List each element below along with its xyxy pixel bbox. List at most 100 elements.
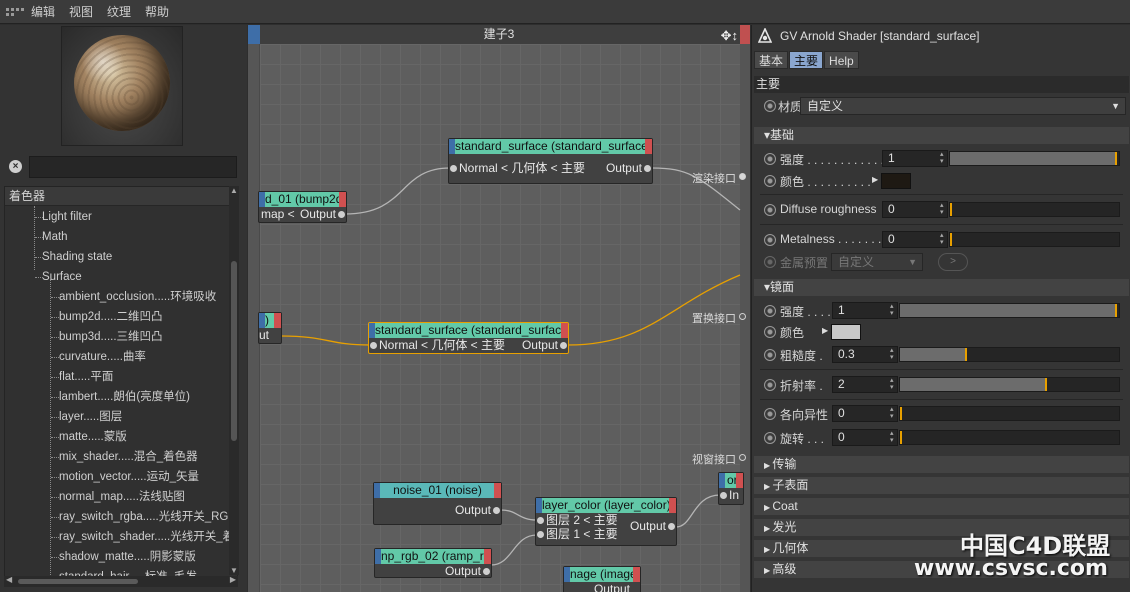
tree-item[interactable]: curvature.....曲率	[59, 347, 146, 367]
vscroll-thumb[interactable]	[231, 261, 237, 441]
node-input[interactable]: Normal < 几何体 < 主要	[459, 161, 585, 175]
spec-roughness-slider[interactable]	[899, 347, 1120, 362]
spec-roughness-input[interactable]: 0.3	[832, 346, 898, 363]
tree-group[interactable]: Math	[42, 227, 68, 247]
node-image[interactable]: nage (image Output	[563, 566, 641, 592]
base-color-radio[interactable]	[764, 175, 776, 187]
metal-preset-label: 金属预置	[780, 256, 829, 270]
tree-item[interactable]: ray_switch_shader.....光线开关_着	[59, 527, 234, 547]
tree-vscrollbar[interactable]: ▲ ▼	[229, 186, 239, 575]
spec-color-row: 颜色 ▶	[754, 321, 1129, 343]
base-weight-slider[interactable]	[949, 151, 1120, 166]
node-output[interactable]: Output	[445, 564, 481, 579]
tree-item[interactable]: bump3d.....三维凹凸	[59, 327, 163, 347]
node-input[interactable]: Normal < 几何体 < 主要	[379, 338, 505, 352]
node-output[interactable]: Output	[300, 207, 336, 222]
tree-group[interactable]: Light filter	[42, 207, 92, 227]
menu-help[interactable]: 帮助	[138, 3, 176, 20]
node-input-2[interactable]: 图层 1 < 主要	[546, 527, 618, 541]
clear-icon[interactable]: ×	[9, 160, 22, 173]
node-partial-right[interactable]: or In	[718, 472, 744, 505]
spec-rotation-radio[interactable]	[764, 432, 776, 444]
diffuse-roughness-input[interactable]: 0	[882, 201, 948, 218]
tab-main[interactable]: 主要	[789, 51, 824, 69]
tree-item[interactable]: lambert.....朗伯(亮度单位)	[59, 387, 190, 407]
node-output[interactable]: Output	[522, 338, 558, 353]
node-layer-color[interactable]: layer_color (layer_color) 图层 2 < 主要 图层 1…	[535, 497, 677, 546]
port-displace-dot[interactable]	[739, 313, 746, 320]
tree-item[interactable]: mix_shader.....混合_着色器	[59, 447, 198, 467]
node-output[interactable]: Output	[606, 161, 642, 176]
color-expand-icon[interactable]: ▶	[822, 326, 828, 335]
base-weight-input[interactable]: 1	[882, 150, 948, 167]
section-coat[interactable]: ▶ Coat	[754, 498, 1129, 515]
diffuse-roughness-radio[interactable]	[764, 204, 776, 216]
spec-rotation-input[interactable]: 0	[832, 429, 898, 446]
menu-view[interactable]: 视图	[62, 3, 100, 20]
section-base[interactable]: ▾基础	[754, 127, 1129, 144]
menu-edit[interactable]: 编辑	[24, 3, 62, 20]
tab-basic[interactable]: 基本	[754, 51, 789, 69]
node-output[interactable]: Output	[455, 503, 491, 518]
section-specular[interactable]: ▾镜面	[754, 279, 1129, 296]
section-transmission[interactable]: ▶ 传输	[754, 456, 1129, 473]
node-partial-left[interactable]: ) ut	[258, 312, 282, 344]
spec-color-swatch[interactable]	[831, 324, 861, 340]
node-standard-surface-1[interactable]: standard_surface (standard_surface) Norm…	[448, 138, 653, 184]
port-viewport-dot[interactable]	[739, 454, 746, 461]
node-ramp-rgb[interactable]: np_rgb_02 (ramp_rg Output	[374, 548, 492, 578]
spec-roughness-radio[interactable]	[764, 349, 776, 361]
tree-item[interactable]: ray_switch_rgba.....光线开关_RGB	[59, 507, 236, 527]
metalness-slider[interactable]	[949, 232, 1120, 247]
node-editor[interactable]: 建子3 ✥↕ standard_surface (standard_surfac…	[248, 25, 750, 592]
node-input[interactable]: map <	[261, 207, 295, 221]
section-subsurface[interactable]: ▶ 子表面	[754, 477, 1129, 494]
tree-group[interactable]: Surface	[42, 267, 82, 287]
spec-weight-input[interactable]: 1	[832, 302, 898, 319]
hscroll-thumb[interactable]	[18, 579, 138, 584]
spec-ior-slider[interactable]	[899, 377, 1120, 392]
node-title: standard_surface (standard_surface)	[449, 139, 652, 154]
tab-help[interactable]: Help	[824, 51, 859, 69]
node-output[interactable]: Output	[630, 519, 666, 533]
tree-item[interactable]: layer.....图层	[59, 407, 122, 427]
spec-anisotropy-slider[interactable]	[899, 406, 1120, 421]
spec-ior-radio[interactable]	[764, 379, 776, 391]
tree-item[interactable]: bump2d.....二维凹凸	[59, 307, 163, 327]
material-dropdown[interactable]: 自定义 ▼	[800, 97, 1126, 115]
tree-item[interactable]: flat.....平面	[59, 367, 113, 387]
spec-anisotropy-radio[interactable]	[764, 408, 776, 420]
spec-color-radio[interactable]	[764, 326, 776, 338]
spec-weight-radio[interactable]	[764, 305, 776, 317]
material-radio[interactable]	[764, 100, 776, 112]
menu-texture[interactable]: 纹理	[100, 3, 138, 20]
spec-ior-input[interactable]: 2	[832, 376, 898, 393]
tree-item[interactable]: normal_map.....法线贴图	[59, 487, 185, 507]
base-color-swatch[interactable]	[881, 173, 911, 189]
spec-rotation-slider[interactable]	[899, 430, 1120, 445]
color-expand-icon[interactable]: ▶	[872, 175, 878, 184]
tree-root[interactable]: 着色器	[5, 187, 237, 206]
diffuse-roughness-slider[interactable]	[949, 202, 1120, 217]
node-input[interactable]: In	[729, 488, 739, 502]
tree-item[interactable]: motion_vector.....运动_矢量	[59, 467, 199, 487]
node-output[interactable]: ut	[259, 328, 269, 342]
tree-item[interactable]: ambient_occlusion.....环境吸收	[59, 287, 216, 307]
tree-hscrollbar[interactable]: ◀ ▶	[4, 575, 238, 587]
search-input[interactable]	[29, 156, 237, 178]
port-render-dot[interactable]	[739, 173, 746, 180]
node-noise[interactable]: noise_01 (noise) Output	[373, 482, 502, 525]
grip-icon[interactable]	[2, 4, 24, 20]
node-standard-surface-2[interactable]: standard_surface (standard_surface) Norm…	[368, 322, 569, 354]
tree-item[interactable]: matte.....蒙版	[59, 427, 127, 447]
node-input-1[interactable]: 图层 2 < 主要	[546, 513, 618, 527]
metalness-radio[interactable]	[764, 234, 776, 246]
node-bump2d[interactable]: d_01 (bump2d) map < Output	[258, 191, 347, 223]
node-output[interactable]: Output	[594, 582, 630, 592]
tree-item[interactable]: shadow_matte.....阴影蒙版	[59, 547, 196, 567]
tree-group[interactable]: Shading state	[42, 247, 112, 267]
spec-anisotropy-input[interactable]: 0	[832, 405, 898, 422]
metalness-input[interactable]: 0	[882, 231, 948, 248]
base-weight-radio[interactable]	[764, 153, 776, 165]
spec-weight-slider[interactable]	[899, 303, 1120, 318]
